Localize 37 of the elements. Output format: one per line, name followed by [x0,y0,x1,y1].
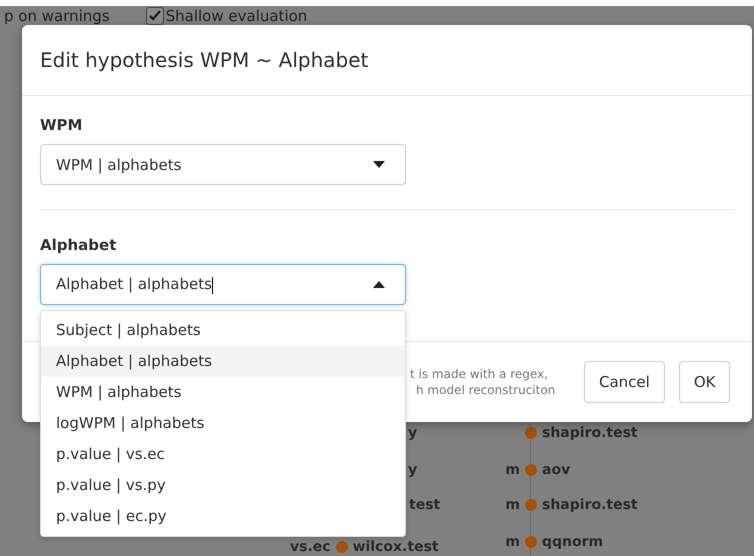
dropdown-option[interactable]: Alphabet | alphabets [41,346,405,377]
dropdown-option[interactable]: p.value | vs.py [41,470,405,501]
node-dot [525,427,537,439]
select-field[interactable]: WPM | alphabets [40,144,406,185]
node-dot [525,536,537,548]
node-marker: m [505,497,520,513]
dropdown-option[interactable]: logWPM | alphabets [41,408,405,439]
footer-note: h model reconstruciton [416,382,556,398]
node-label: test [409,497,440,513]
node-marker: m [505,462,520,478]
footer-note: t is made with a regex, [410,366,549,382]
caret-icon [373,161,385,168]
checkbox[interactable] [146,7,164,25]
node-label: aov [542,462,570,478]
node-label: y [408,425,418,441]
dropdown-option[interactable]: Subject | alphabets [41,315,405,346]
cancel-button[interactable]: Cancel [584,361,665,403]
node-label: shapiro.test [542,425,638,441]
dropdown-option[interactable]: WPM | alphabets [41,377,405,408]
node-label: shapiro.test [542,497,638,513]
node-dot [525,499,537,511]
node-label: vs.ec [290,539,331,555]
ok-button[interactable]: OK [678,361,730,403]
node-label: y [408,462,418,478]
dialog-title: Edit hypothesis WPM ~ Alphabet [40,48,368,72]
node-label: qqnorm [542,534,604,550]
caret-icon [373,281,385,288]
node-dot [525,464,537,476]
option-label: p on warnings [4,7,110,25]
node-marker: m [505,534,520,550]
select-field[interactable]: Alphabet | alphabets [40,264,406,305]
node-label: wilcox.test [352,539,439,555]
field-label: WPM [40,116,84,134]
checkbox-label: Shallow evaluation [166,7,308,25]
dropdown-option[interactable]: p.value | ec.py [41,501,405,532]
dropdown-option[interactable]: p.value | vs.ec [41,439,405,470]
field-label: Alphabet [40,236,118,254]
